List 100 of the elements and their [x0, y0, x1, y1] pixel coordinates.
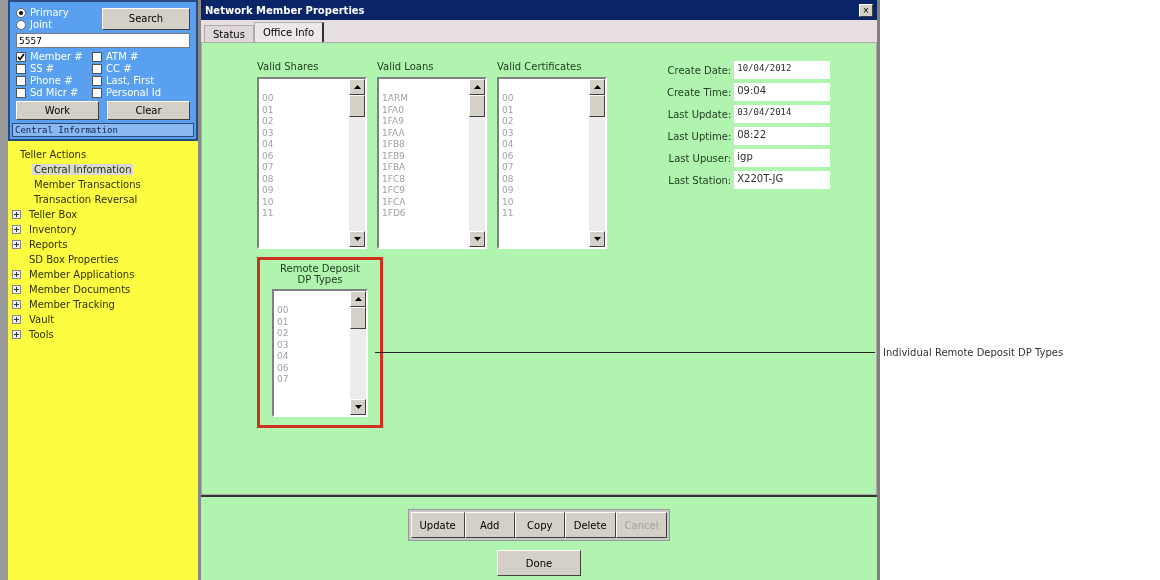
panel-button[interactable]: Work — [16, 101, 99, 120]
plus-box-icon[interactable] — [12, 269, 21, 279]
done-button[interactable]: Done — [497, 550, 581, 576]
plus-box-icon[interactable] — [12, 299, 21, 309]
tree-item[interactable]: Vault — [27, 313, 57, 325]
scrollbar[interactable] — [469, 79, 485, 247]
tree-item[interactable]: Teller Actions — [18, 148, 89, 160]
list-item[interactable]: 06 — [262, 150, 346, 162]
checkbox-option[interactable]: ATM # — [92, 51, 190, 62]
list-item[interactable]: 00 — [262, 93, 346, 105]
list-item[interactable]: 04 — [502, 139, 586, 151]
list-item[interactable]: 1FBA — [382, 162, 466, 174]
list-item[interactable]: 1FA9 — [382, 116, 466, 128]
list-item[interactable]: 1FCA — [382, 196, 466, 208]
down-arrow-icon — [353, 237, 361, 241]
list-item[interactable]: 10 — [262, 196, 346, 208]
list-item[interactable]: 02 — [262, 116, 346, 128]
list-item[interactable]: 01 — [502, 104, 586, 116]
field-label: Last Station: — [667, 174, 732, 186]
action-button[interactable]: Copy — [514, 512, 565, 538]
panel-button[interactable]: Clear — [107, 101, 190, 120]
tab[interactable]: Status — [204, 25, 254, 42]
tree-item[interactable]: Central Information — [32, 163, 134, 175]
list-item[interactable]: 1FAA — [382, 127, 466, 139]
list-item[interactable]: 00 — [277, 305, 347, 317]
list-item[interactable]: 07 — [277, 374, 347, 386]
plus-box-icon[interactable] — [12, 329, 21, 339]
list-item[interactable]: 08 — [502, 173, 586, 185]
checkbox-option[interactable]: Phone # — [16, 75, 92, 86]
list-item[interactable]: 03 — [277, 339, 347, 351]
checkbox-option[interactable]: Member # — [16, 51, 92, 62]
tree-item[interactable]: Member Transactions — [32, 178, 143, 190]
list-item[interactable]: 10 — [502, 196, 586, 208]
tab[interactable]: Office Info — [253, 22, 325, 42]
action-button[interactable]: Delete — [564, 512, 616, 538]
checkbox-option[interactable]: CC # — [92, 63, 190, 74]
list-item[interactable]: 11 — [502, 208, 586, 220]
list-item[interactable]: 03 — [262, 127, 346, 139]
checkbox-option[interactable]: Personal Id — [92, 87, 190, 98]
scrollbar-thumb[interactable] — [589, 95, 605, 117]
status-text: Central Information — [12, 123, 194, 137]
list-item[interactable]: 04 — [262, 139, 346, 151]
list-item[interactable]: 04 — [277, 351, 347, 363]
scrollbar[interactable] — [349, 79, 365, 247]
checkbox-option[interactable]: SS # — [16, 63, 92, 74]
field-value: igp — [734, 149, 831, 167]
plus-box-icon[interactable] — [12, 284, 21, 294]
list-item[interactable]: 07 — [262, 162, 346, 174]
action-button[interactable]: Update — [410, 512, 465, 538]
list-item[interactable]: 02 — [502, 116, 586, 128]
radio-option[interactable]: Joint — [16, 19, 96, 30]
tree-item[interactable]: Teller Box — [27, 208, 80, 220]
list-item[interactable]: 08 — [262, 173, 346, 185]
tree-item[interactable]: Member Tracking — [27, 298, 117, 310]
plus-box-icon[interactable] — [12, 209, 21, 219]
list-item[interactable]: 1FB9 — [382, 150, 466, 162]
plus-box-icon[interactable] — [12, 239, 21, 249]
tree-item[interactable]: Member Applications — [27, 268, 137, 280]
list-item[interactable]: 1FD6 — [382, 208, 466, 220]
scrollbar-thumb[interactable] — [349, 95, 365, 117]
scrollbar-thumb[interactable] — [350, 307, 366, 329]
list-item[interactable]: 02 — [277, 328, 347, 340]
tree-item[interactable]: Transaction Reversal — [32, 193, 140, 205]
list-item[interactable]: 1FA0 — [382, 104, 466, 116]
scrollbar[interactable] — [589, 79, 605, 247]
list-item[interactable]: 06 — [277, 362, 347, 374]
list-box[interactable]: 1ARM 1FA0 1FA9 1FAA 1FB8 1FB9 1FBA 1FC8 1FC9 1FCA 1FD6 — [377, 77, 487, 249]
list-box[interactable]: 00 01 02 03 04 06 07 08 09 10 11 — [257, 77, 367, 249]
tree-item[interactable]: Member Documents — [27, 283, 133, 295]
action-button[interactable]: Add — [464, 512, 515, 538]
tree-item[interactable]: SD Box Properties — [27, 253, 121, 265]
list-item[interactable]: 1ARM — [382, 93, 466, 105]
list-item[interactable]: 1FC9 — [382, 185, 466, 197]
list-item[interactable]: 00 — [502, 93, 586, 105]
scrollbar-thumb[interactable] — [469, 95, 485, 117]
radio-option[interactable]: Primary — [16, 7, 96, 18]
list-box[interactable]: 00 01 02 03 04 06 07 — [272, 289, 368, 417]
search-button[interactable]: Search — [102, 7, 190, 30]
list-item[interactable]: 09 — [262, 185, 346, 197]
tree-item[interactable]: Tools — [27, 328, 56, 340]
plus-box-icon[interactable] — [12, 314, 21, 324]
search-field[interactable]: 5557 — [16, 33, 190, 48]
list-item[interactable]: 11 — [262, 208, 346, 220]
list-item[interactable]: 1FB8 — [382, 139, 466, 151]
field-value: 08:22 — [734, 127, 831, 145]
tree-item[interactable]: Inventory — [27, 223, 79, 235]
list-item[interactable]: 03 — [502, 127, 586, 139]
list-item[interactable]: 1FC8 — [382, 173, 466, 185]
list-item[interactable]: 01 — [262, 104, 346, 116]
list-item[interactable]: 09 — [502, 185, 586, 197]
tree-item[interactable]: Reports — [27, 238, 70, 250]
checkbox-option[interactable]: Sd Micr # — [16, 87, 92, 98]
list-box[interactable]: 00 01 02 03 04 06 07 08 09 10 11 — [497, 77, 607, 249]
plus-box-icon[interactable] — [12, 224, 21, 234]
list-item[interactable]: 01 — [277, 316, 347, 328]
list-item[interactable]: 07 — [502, 162, 586, 174]
checkbox-option[interactable]: Last, First — [92, 75, 190, 86]
close-button[interactable]: × — [859, 3, 873, 17]
list-item[interactable]: 06 — [502, 150, 586, 162]
scrollbar[interactable] — [350, 291, 366, 415]
